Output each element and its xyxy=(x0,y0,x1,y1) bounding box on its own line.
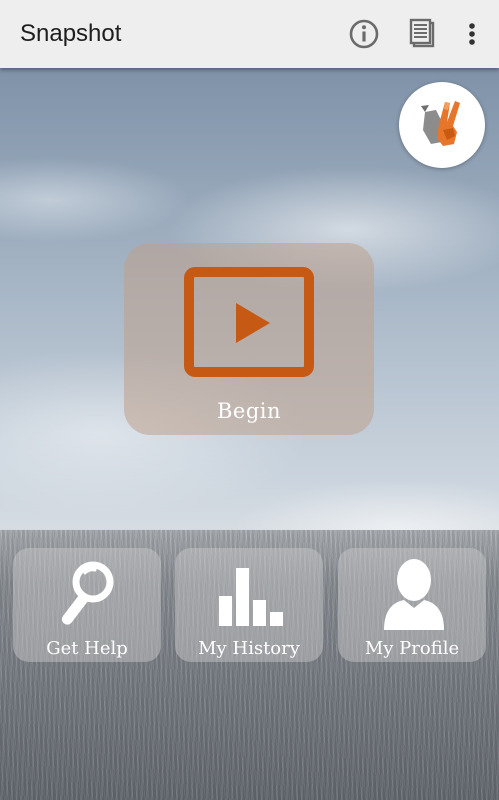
begin-button[interactable]: Begin xyxy=(124,243,374,435)
app-logo[interactable] xyxy=(399,82,485,168)
my-history-button[interactable]: My History xyxy=(175,548,323,662)
play-icon xyxy=(184,267,314,377)
my-profile-button[interactable]: My Profile xyxy=(338,548,486,662)
magnifier-icon xyxy=(61,561,114,625)
get-help-button[interactable]: Get Help xyxy=(13,548,161,662)
info-circle-icon xyxy=(349,19,379,49)
app-title: Snapshot xyxy=(20,20,122,47)
begin-label: Begin xyxy=(216,399,282,423)
more-vertical-icon xyxy=(469,23,475,45)
hand-peace-sign-logo xyxy=(421,101,460,146)
bar-chart-icon xyxy=(219,568,283,626)
my-profile-label: My Profile xyxy=(364,638,460,659)
action-bar: Snapshot xyxy=(0,0,499,68)
overflow-menu-button[interactable] xyxy=(452,14,492,54)
document-button[interactable] xyxy=(402,14,442,54)
person-icon xyxy=(384,559,444,630)
info-button[interactable] xyxy=(344,14,384,54)
get-help-label: Get Help xyxy=(46,638,128,659)
my-history-label: My History xyxy=(198,638,300,659)
document-list-icon xyxy=(409,18,435,48)
home-screen: Snapshot Begin Get Help My History My Pr… xyxy=(0,0,499,800)
